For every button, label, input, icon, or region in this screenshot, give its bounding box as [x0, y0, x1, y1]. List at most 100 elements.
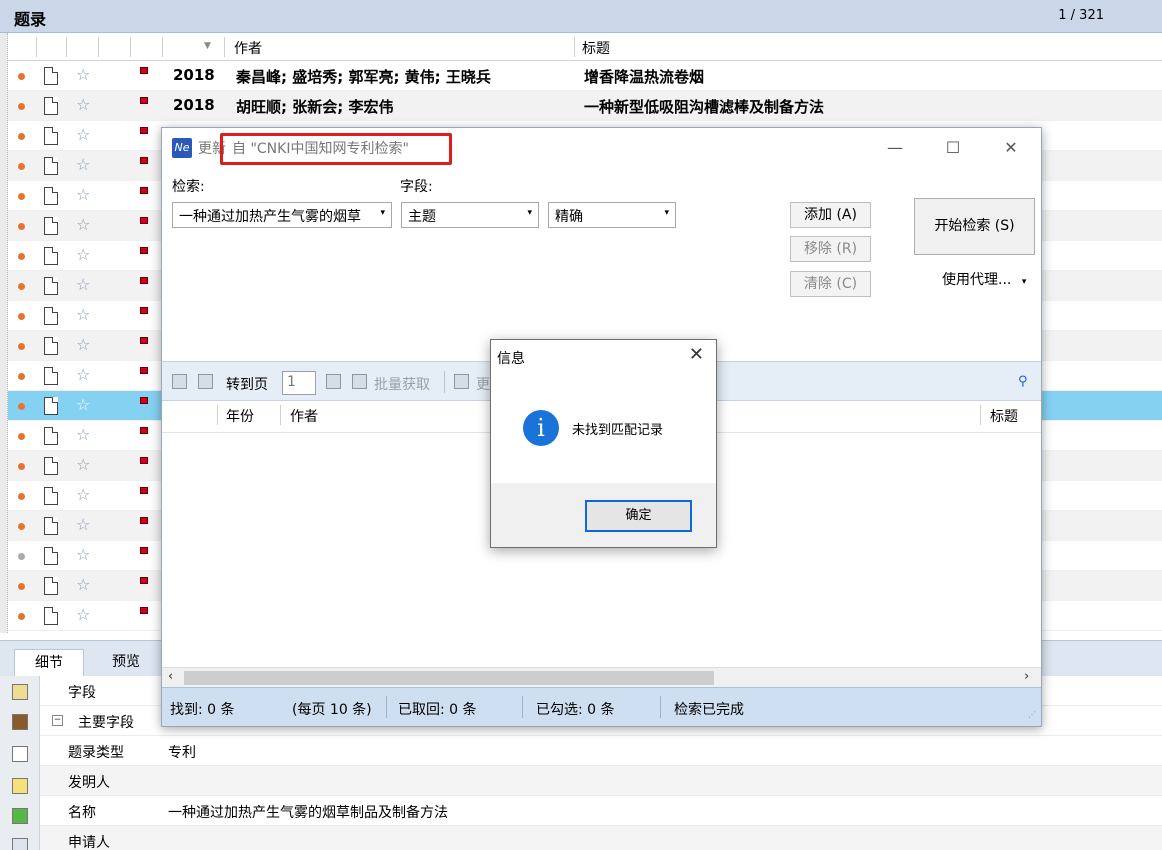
- star-icon[interactable]: ☆: [76, 215, 90, 234]
- star-icon[interactable]: ☆: [76, 395, 90, 414]
- proxy-dropdown[interactable]: 使用代理... ▾: [942, 269, 1026, 289]
- star-icon[interactable]: ☆: [76, 65, 90, 84]
- field-row[interactable]: 名称 一种通过加热产生气雾的烟草制品及制备方法: [40, 796, 1162, 826]
- star-icon[interactable]: ☆: [76, 185, 90, 204]
- toolbar-separator: [444, 371, 445, 393]
- document-icon: [44, 127, 58, 145]
- star-icon[interactable]: ☆: [76, 455, 90, 474]
- add-button[interactable]: 添加 (A): [790, 202, 871, 228]
- resize-grip-icon[interactable]: ⋰: [1028, 710, 1036, 719]
- column-author[interactable]: 作者: [234, 38, 262, 58]
- goto-page-icon[interactable]: [326, 374, 341, 389]
- close-icon[interactable]: ✕: [689, 344, 704, 365]
- star-icon[interactable]: ☆: [76, 95, 90, 114]
- star-icon[interactable]: ☆: [76, 545, 90, 564]
- field-row[interactable]: 申请人: [40, 826, 1162, 850]
- star-icon[interactable]: ☆: [76, 335, 90, 354]
- page-number-input[interactable]: 1: [282, 371, 316, 395]
- column-author[interactable]: 作者: [290, 406, 318, 426]
- unread-dot-icon: [18, 343, 25, 350]
- left-splitter[interactable]: [0, 33, 8, 633]
- search-term-value: 一种通过加热产生气雾的烟草: [179, 209, 361, 225]
- column-year[interactable]: 年份: [226, 406, 254, 426]
- update-button[interactable]: 更: [476, 374, 490, 394]
- minimize-button[interactable]: —: [880, 136, 910, 160]
- batch-fetch-icon[interactable]: [352, 374, 367, 389]
- column-separator[interactable]: [217, 405, 218, 425]
- row-title: 一种新型低吸阻沟槽滤棒及制备方法: [584, 98, 825, 116]
- star-icon[interactable]: ☆: [76, 485, 90, 504]
- grid-icon[interactable]: [12, 808, 28, 824]
- field-row[interactable]: 题录类型 专利: [40, 736, 1162, 766]
- update-icon[interactable]: [454, 374, 469, 389]
- column-separator[interactable]: [574, 37, 575, 57]
- field-row[interactable]: 发明人: [40, 766, 1162, 796]
- clear-results-icon[interactable]: ⚲: [1018, 374, 1033, 389]
- column-separator[interactable]: [130, 37, 131, 57]
- field-icon[interactable]: [12, 838, 28, 850]
- column-separator[interactable]: [98, 37, 99, 57]
- read-dot-icon: [18, 553, 25, 560]
- scroll-right-icon[interactable]: ›: [1024, 669, 1029, 684]
- chevron-down-icon[interactable]: ▾: [527, 208, 532, 218]
- column-separator[interactable]: [224, 37, 225, 57]
- star-icon[interactable]: ☆: [76, 125, 90, 144]
- batch-fetch-button[interactable]: 批量获取: [374, 374, 430, 394]
- scroll-left-icon[interactable]: ‹: [168, 669, 173, 684]
- search-term-combo[interactable]: 一种通过加热产生气雾的烟草 ▾: [172, 202, 392, 228]
- field-combo[interactable]: 主题 ▾: [401, 202, 539, 228]
- chevron-down-icon[interactable]: ▾: [1022, 277, 1027, 287]
- collapse-icon[interactable]: −: [52, 715, 63, 726]
- star-icon[interactable]: ☆: [76, 575, 90, 594]
- table-row[interactable]: ☆ 2018 胡旺顺; 张新会; 李宏伟 一种新型低吸阻沟槽滤棒及制备方法: [8, 91, 1162, 121]
- match-combo[interactable]: 精确 ▾: [548, 202, 676, 228]
- next-page-icon[interactable]: [198, 374, 213, 389]
- column-separator[interactable]: [162, 37, 163, 57]
- flag-icon: [140, 427, 148, 434]
- column-separator[interactable]: [280, 405, 281, 425]
- column-separator[interactable]: [66, 37, 67, 57]
- scrollbar-thumb[interactable]: [184, 671, 714, 685]
- chevron-down-icon[interactable]: ▾: [380, 208, 385, 218]
- column-separator[interactable]: [36, 37, 37, 57]
- close-button[interactable]: ✕: [996, 136, 1026, 160]
- flag-icon: [140, 607, 148, 614]
- prev-page-icon[interactable]: [172, 374, 187, 389]
- status-fetched: 已取回: 0 条: [398, 702, 477, 718]
- tab-preview[interactable]: 预览: [92, 649, 160, 679]
- chevron-down-icon[interactable]: ▾: [664, 208, 669, 218]
- document-icon: [44, 157, 58, 175]
- ok-button[interactable]: 确定: [585, 500, 692, 532]
- column-title[interactable]: 标题: [582, 38, 610, 58]
- star-icon[interactable]: ☆: [76, 605, 90, 624]
- star-icon[interactable]: ☆: [76, 515, 90, 534]
- star-icon[interactable]: ☆: [76, 245, 90, 264]
- message-content: 信息 ✕ i 未找到匹配记录: [491, 340, 716, 483]
- lock-icon[interactable]: [12, 684, 28, 700]
- column-separator[interactable]: [980, 405, 981, 425]
- star-icon[interactable]: ☆: [76, 155, 90, 174]
- book-icon[interactable]: [12, 714, 28, 730]
- row-year: 2018: [173, 96, 215, 114]
- document-icon: [44, 307, 58, 325]
- table-row[interactable]: ☆ 2018 秦昌峰; 盛培秀; 郭军亮; 黄伟; 王晓兵 增香降温热流卷烟: [8, 61, 1162, 91]
- star-icon[interactable]: ☆: [76, 275, 90, 294]
- copy-icon[interactable]: [12, 746, 28, 762]
- maximize-button[interactable]: ☐: [938, 136, 968, 160]
- star-icon[interactable]: ☆: [76, 365, 90, 384]
- flag-icon: [140, 367, 148, 374]
- horizontal-scrollbar[interactable]: ‹ ›: [162, 667, 1041, 687]
- start-search-button[interactable]: 开始检索 (S): [914, 198, 1035, 255]
- field-value[interactable]: 专利: [168, 742, 196, 762]
- remove-button[interactable]: 移除 (R): [790, 236, 871, 262]
- field-value[interactable]: 一种通过加热产生气雾的烟草制品及制备方法: [168, 802, 448, 822]
- dialog-titlebar[interactable]: Ne 更新 自 "CNKI中国知网专利检索" — ☐ ✕: [162, 128, 1041, 168]
- sort-down-icon[interactable]: ▼: [204, 41, 211, 51]
- unread-dot-icon: [18, 103, 25, 110]
- star-icon[interactable]: ☆: [76, 425, 90, 444]
- brush-icon[interactable]: [12, 778, 28, 794]
- message-text: 未找到匹配记录: [572, 423, 664, 438]
- star-icon[interactable]: ☆: [76, 305, 90, 324]
- clear-button[interactable]: 清除 (C): [790, 271, 871, 297]
- column-title[interactable]: 标题: [990, 406, 1018, 426]
